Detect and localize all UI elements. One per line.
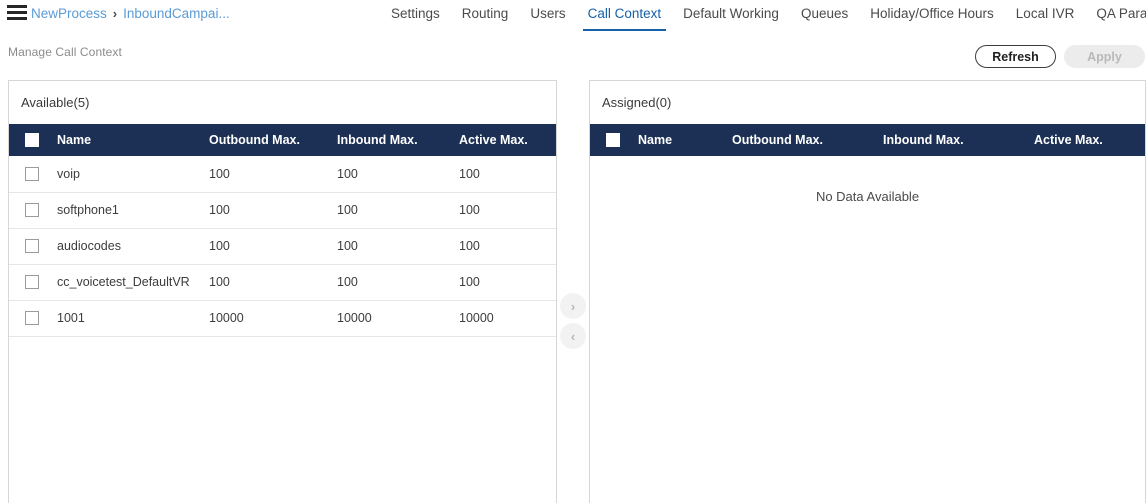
call-context-page: NewProcess › InboundCampai... Settings R…	[0, 0, 1146, 503]
cell-outbound-max: 100	[209, 156, 337, 193]
cell-name: softphone1	[57, 192, 209, 229]
assigned-col-active-max[interactable]: Active Max.	[1034, 124, 1145, 156]
available-table-body: voip 100 100 100 softphone1 100 100 100	[9, 156, 556, 337]
assigned-empty-message: No Data Available	[815, 188, 920, 204]
row-checkbox-cell[interactable]	[9, 228, 57, 265]
cell-inbound-max: 10000	[337, 300, 459, 337]
available-table: Name Outbound Max. Inbound Max. Active M…	[9, 124, 556, 337]
select-all-checkbox[interactable]	[25, 133, 39, 148]
row-checkbox[interactable]	[25, 239, 39, 254]
cell-active-max: 100	[459, 156, 556, 193]
cell-inbound-max: 100	[337, 264, 459, 301]
cell-inbound-max: 100	[337, 156, 459, 193]
cell-inbound-max: 100	[337, 228, 459, 265]
hamburger-menu-icon[interactable]	[7, 5, 27, 20]
row-checkbox-cell[interactable]	[9, 264, 57, 301]
assigned-table-header-row: Name Outbound Max. Inbound Max. Active M…	[590, 124, 1145, 156]
available-select-all-header[interactable]	[9, 124, 57, 156]
available-col-name[interactable]: Name	[57, 124, 209, 156]
row-checkbox[interactable]	[25, 311, 39, 326]
cell-name: 1001	[57, 300, 209, 337]
tab-bar: Settings Routing Users Call Context Defa…	[380, 0, 1146, 34]
row-checkbox-cell[interactable]	[9, 192, 57, 229]
assigned-col-inbound-max[interactable]: Inbound Max.	[883, 124, 1034, 156]
available-panel-title: Available(5)	[21, 95, 90, 110]
assigned-select-all-header[interactable]	[590, 124, 638, 156]
assigned-panel: Assigned(0) Name Outbound Max. Inbound M…	[589, 80, 1146, 503]
tab-qa-parameters[interactable]: QA Parameters	[1085, 0, 1146, 34]
cell-active-max: 100	[459, 192, 556, 229]
table-row[interactable]: softphone1 100 100 100	[9, 192, 556, 229]
table-row[interactable]: audiocodes 100 100 100	[9, 228, 556, 265]
cell-active-max: 10000	[459, 300, 556, 337]
table-row[interactable]: voip 100 100 100	[9, 156, 556, 193]
assigned-col-name[interactable]: Name	[638, 124, 732, 156]
hamburger-bar-3	[7, 17, 27, 20]
cell-outbound-max: 10000	[209, 300, 337, 337]
breadcrumb-item-inboundcampaign[interactable]: InboundCampai...	[123, 6, 230, 21]
tab-local-ivr[interactable]: Local IVR	[1005, 0, 1086, 34]
table-row[interactable]: 1001 10000 10000 10000	[9, 300, 556, 337]
refresh-button[interactable]: Refresh	[975, 45, 1056, 68]
available-table-header-row: Name Outbound Max. Inbound Max. Active M…	[9, 124, 556, 156]
cell-outbound-max: 100	[209, 264, 337, 301]
transfer-controls: › ‹	[560, 293, 586, 349]
cell-active-max: 100	[459, 228, 556, 265]
assign-right-button[interactable]: ›	[560, 293, 586, 319]
row-checkbox[interactable]	[25, 203, 39, 218]
tab-queues[interactable]: Queues	[790, 0, 859, 34]
cell-name: voip	[57, 156, 209, 193]
available-col-inbound-max[interactable]: Inbound Max.	[337, 124, 459, 156]
tab-default-working[interactable]: Default Working	[672, 0, 790, 34]
row-checkbox[interactable]	[25, 275, 39, 290]
hamburger-bar-2	[7, 11, 27, 14]
tab-call-context[interactable]: Call Context	[577, 0, 673, 34]
breadcrumb-item-newprocess[interactable]: NewProcess	[31, 6, 107, 21]
row-checkbox-cell[interactable]	[9, 300, 57, 337]
apply-button: Apply	[1064, 45, 1145, 68]
page-title: Manage Call Context	[8, 45, 122, 59]
breadcrumb: NewProcess › InboundCampai...	[31, 3, 230, 23]
cell-outbound-max: 100	[209, 192, 337, 229]
tab-settings[interactable]: Settings	[380, 0, 451, 34]
row-checkbox-cell[interactable]	[9, 156, 57, 193]
row-checkbox[interactable]	[25, 167, 39, 182]
cell-outbound-max: 100	[209, 228, 337, 265]
breadcrumb-separator-icon: ›	[112, 5, 118, 21]
table-row[interactable]: cc_voicetest_DefaultVR 100 100 100	[9, 264, 556, 301]
unassign-left-button[interactable]: ‹	[560, 323, 586, 349]
top-bar: NewProcess › InboundCampai... Settings R…	[0, 0, 1146, 32]
select-all-checkbox[interactable]	[606, 133, 620, 148]
assigned-col-outbound-max[interactable]: Outbound Max.	[732, 124, 883, 156]
assigned-panel-title: Assigned(0)	[602, 95, 672, 110]
tab-holiday-office-hours[interactable]: Holiday/Office Hours	[859, 0, 1005, 34]
tab-routing[interactable]: Routing	[451, 0, 520, 34]
assigned-table: Name Outbound Max. Inbound Max. Active M…	[590, 124, 1145, 156]
cell-name: cc_voicetest_DefaultVR	[57, 264, 209, 301]
available-col-active-max[interactable]: Active Max.	[459, 124, 556, 156]
available-panel: Available(5) Name Outbound Max. Inbound …	[8, 80, 557, 503]
cell-inbound-max: 100	[337, 192, 459, 229]
tab-users[interactable]: Users	[519, 0, 576, 34]
available-col-outbound-max[interactable]: Outbound Max.	[209, 124, 337, 156]
cell-name: audiocodes	[57, 228, 209, 265]
cell-active-max: 100	[459, 264, 556, 301]
hamburger-bar-1	[7, 5, 27, 8]
